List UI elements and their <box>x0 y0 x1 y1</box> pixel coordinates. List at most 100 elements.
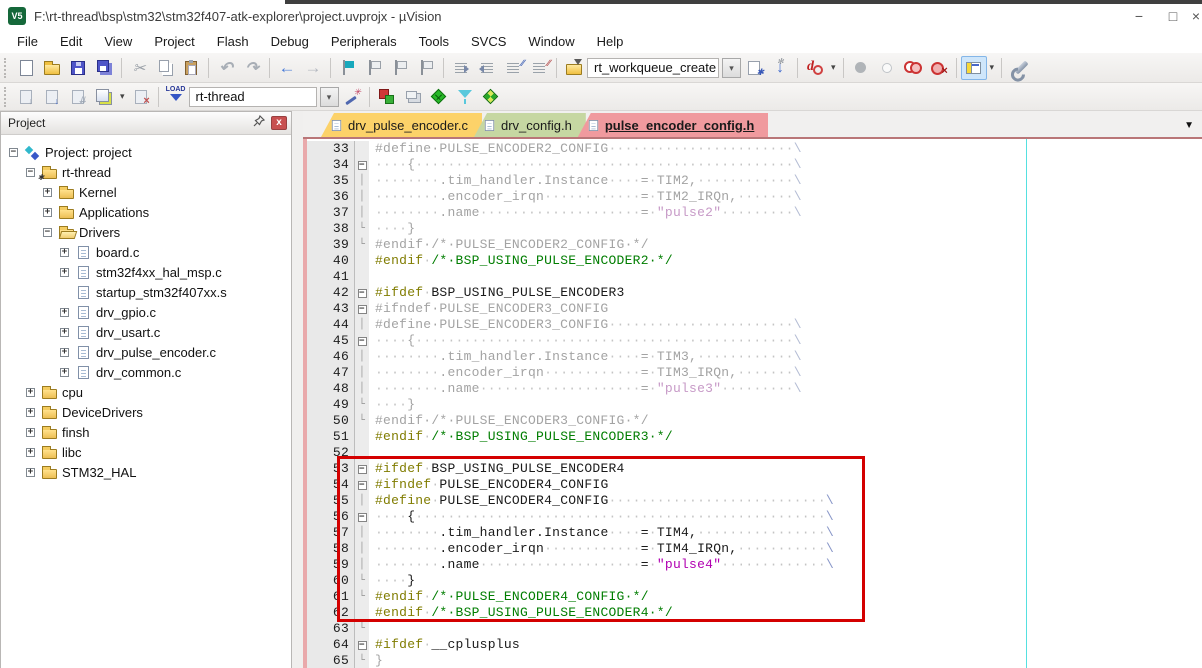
fold-margin[interactable]: − <box>355 333 369 349</box>
indent-button[interactable] <box>448 56 474 80</box>
save-button[interactable] <box>65 56 91 80</box>
stop-build-button[interactable] <box>128 85 154 109</box>
fold-margin[interactable]: │ <box>355 381 369 397</box>
tree-expander-minus[interactable]: − <box>9 148 18 157</box>
tree-item-board-c[interactable]: +board.c <box>1 242 291 262</box>
find-book-button[interactable] <box>561 56 587 80</box>
search-combo[interactable]: rt_workqueue_create <box>587 58 719 78</box>
undo-button[interactable] <box>213 56 239 80</box>
tree-expander-plus[interactable]: + <box>60 348 69 357</box>
fold-margin[interactable] <box>355 429 369 445</box>
tree-item-drivers[interactable]: −Drivers <box>1 222 291 242</box>
fold-margin[interactable]: │ <box>355 557 369 573</box>
save-all-button[interactable] <box>91 56 117 80</box>
tree-item-stm32-hal[interactable]: +STM32_HAL <box>1 462 291 482</box>
fold-margin[interactable]: − <box>355 509 369 525</box>
paste-button[interactable] <box>178 56 204 80</box>
fold-collapse-icon[interactable]: − <box>358 305 367 314</box>
comment-button[interactable] <box>500 56 526 80</box>
fold-collapse-icon[interactable]: − <box>358 641 367 650</box>
bp-pair-button[interactable] <box>900 56 926 80</box>
window-layout-button[interactable] <box>961 56 987 80</box>
fold-margin[interactable]: └ <box>355 573 369 589</box>
combo-dropdown-button[interactable]: ▾ <box>320 87 339 107</box>
rebuild-button[interactable] <box>65 85 91 109</box>
fold-margin[interactable]: │ <box>355 365 369 381</box>
toolbar-gripper[interactable] <box>4 87 9 107</box>
new-file-button[interactable] <box>13 56 39 80</box>
fold-margin[interactable]: │ <box>355 205 369 221</box>
flag-g-button[interactable] <box>413 56 439 80</box>
checker-button[interactable] <box>478 85 504 109</box>
nav-back-button[interactable] <box>274 56 300 80</box>
tab-pulse-encoder-config-h[interactable]: pulse_encoder_config.h <box>578 113 769 137</box>
batch-build-button[interactable] <box>91 85 117 109</box>
redo-button[interactable] <box>239 56 265 80</box>
tree-item-startup-stm32f407xx-s[interactable]: startup_stm32f407xx.s <box>1 282 291 302</box>
fold-margin[interactable]: └ <box>355 237 369 253</box>
tree-item-project-project[interactable]: −Project: project <box>1 142 291 162</box>
tab-list-dropdown-icon[interactable]: ▼ <box>1184 120 1194 131</box>
fold-collapse-icon[interactable]: − <box>358 481 367 490</box>
menu-item-project[interactable]: Project <box>143 32 205 51</box>
tab-drv-config-h[interactable]: drv_config.h <box>474 113 586 137</box>
fold-collapse-icon[interactable]: − <box>358 465 367 474</box>
fold-margin[interactable] <box>355 253 369 269</box>
fold-collapse-icon[interactable]: − <box>358 289 367 298</box>
maximize-button[interactable]: □ <box>1156 4 1190 28</box>
fold-margin[interactable]: │ <box>355 493 369 509</box>
fold-margin[interactable]: − <box>355 477 369 493</box>
file-ext-button[interactable] <box>400 85 426 109</box>
tree-item-drv-usart-c[interactable]: +drv_usart.c <box>1 322 291 342</box>
tree-expander-plus[interactable]: + <box>26 448 35 457</box>
bp-kill-button[interactable] <box>926 56 952 80</box>
open-folder-button[interactable] <box>39 56 65 80</box>
wand-button[interactable] <box>339 85 365 109</box>
fold-margin[interactable]: └ <box>355 621 369 637</box>
fold-margin[interactable]: └ <box>355 413 369 429</box>
menu-item-tools[interactable]: Tools <box>408 32 460 51</box>
tree-item-cpu[interactable]: +cpu <box>1 382 291 402</box>
fold-margin[interactable] <box>355 605 369 621</box>
tree-expander-plus[interactable]: + <box>60 308 69 317</box>
fold-margin[interactable]: │ <box>355 189 369 205</box>
fold-collapse-icon[interactable]: − <box>358 337 367 346</box>
tree-expander-minus[interactable]: − <box>43 228 52 237</box>
menu-item-file[interactable]: File <box>6 32 49 51</box>
menu-item-peripherals[interactable]: Peripherals <box>320 32 408 51</box>
fold-collapse-icon[interactable]: − <box>358 513 367 522</box>
target-combo[interactable]: rt-thread <box>189 87 317 107</box>
tree-expander-plus[interactable]: + <box>26 428 35 437</box>
debug-button[interactable] <box>802 56 828 80</box>
fold-margin[interactable] <box>355 445 369 461</box>
outdent-button[interactable] <box>474 56 500 80</box>
tree-expander-plus[interactable]: + <box>60 368 69 377</box>
menu-item-help[interactable]: Help <box>586 32 635 51</box>
tree-expander-plus[interactable]: + <box>26 468 35 477</box>
tree-item-drv-common-c[interactable]: +drv_common.c <box>1 362 291 382</box>
menu-item-flash[interactable]: Flash <box>206 32 260 51</box>
build-button[interactable] <box>39 85 65 109</box>
tree-expander-plus[interactable]: + <box>43 188 52 197</box>
fold-margin[interactable]: │ <box>355 541 369 557</box>
tree-expander-plus[interactable]: + <box>60 268 69 277</box>
manage-items-button[interactable] <box>374 85 400 109</box>
fold-margin[interactable]: − <box>355 301 369 317</box>
panel-close-button[interactable]: x <box>271 116 287 130</box>
fold-margin[interactable]: │ <box>355 173 369 189</box>
menu-item-view[interactable]: View <box>93 32 143 51</box>
find-files-button[interactable] <box>741 56 767 80</box>
tree-item-drv-gpio-c[interactable]: +drv_gpio.c <box>1 302 291 322</box>
uncomment-button[interactable] <box>526 56 552 80</box>
tree-expander-plus[interactable]: + <box>60 248 69 257</box>
menu-item-debug[interactable]: Debug <box>260 32 320 51</box>
dropdown-arrow-icon[interactable]: ▾ <box>828 62 839 73</box>
tree-item-devicedrivers[interactable]: +DeviceDrivers <box>1 402 291 422</box>
fold-margin[interactable]: └ <box>355 397 369 413</box>
tab-drv-pulse-encoder-c[interactable]: drv_pulse_encoder.c <box>321 113 482 137</box>
fold-margin[interactable] <box>355 141 369 157</box>
fold-margin[interactable]: − <box>355 461 369 477</box>
fold-margin[interactable] <box>355 269 369 285</box>
fold-margin[interactable]: │ <box>355 349 369 365</box>
tree-item-drv-pulse-encoder-c[interactable]: +drv_pulse_encoder.c <box>1 342 291 362</box>
